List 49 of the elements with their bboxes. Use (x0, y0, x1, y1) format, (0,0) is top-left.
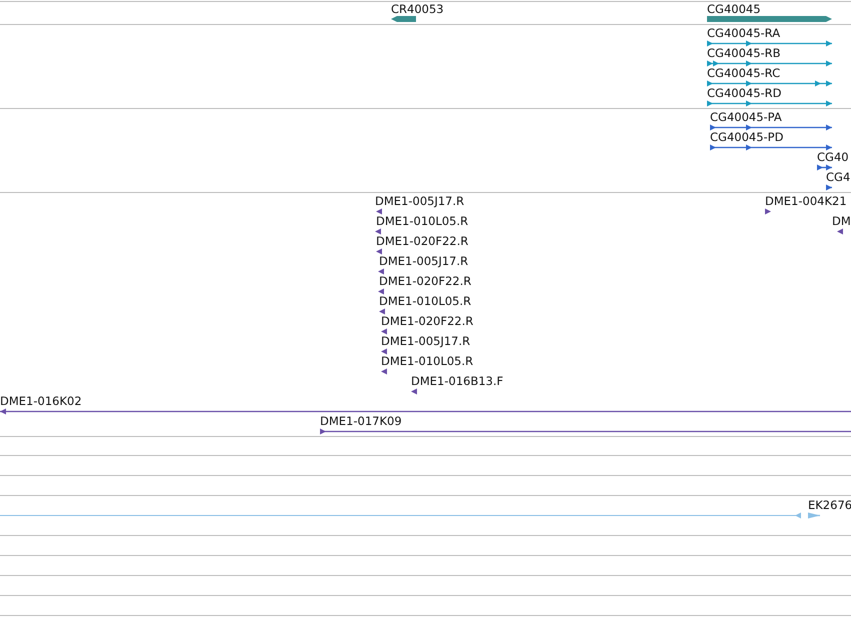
feature-glyph[interactable] (837, 228, 843, 234)
feature-label: CG40045-RA (707, 26, 780, 40)
feature-glyph[interactable] (707, 60, 832, 66)
feature-label: CG40045-PD (710, 130, 784, 144)
feature-glyph[interactable] (320, 428, 851, 434)
gene-bar[interactable] (391, 16, 416, 22)
feature-label: CG4 (826, 170, 850, 184)
feature-label: CG40045-RB (707, 46, 781, 60)
feature-glyph[interactable] (376, 248, 382, 254)
feature-glyph[interactable] (826, 184, 832, 190)
feature-label: DME1-020F22.R (376, 234, 468, 248)
feature-label: DME1-016K02 (0, 394, 82, 408)
feature-glyph[interactable] (817, 164, 832, 170)
feature-glyph[interactable] (707, 80, 832, 86)
feature-label: DME1-010L05.R (376, 214, 468, 228)
feature-label: CG40 (817, 150, 849, 164)
feature-glyph[interactable] (381, 368, 387, 374)
feature-label: DME1-004K21 (765, 194, 847, 208)
feature-label: EK2676 (808, 498, 851, 512)
feature-label: DME1-017K09 (320, 414, 402, 428)
feature-glyph[interactable] (381, 328, 387, 334)
feature-glyph[interactable] (378, 288, 384, 294)
feature-glyph[interactable] (378, 268, 384, 274)
feature-label: CG40045 (707, 2, 761, 16)
feature-glyph[interactable] (379, 308, 385, 314)
feature-glyph[interactable] (710, 124, 832, 130)
feature-glyph[interactable] (707, 100, 832, 106)
feature-label: CG40045-RC (707, 66, 780, 80)
feature-label: DME1-010L05.R (379, 294, 472, 308)
feature-glyph[interactable] (710, 144, 832, 150)
feature-label: DME1-016B13.F (411, 374, 504, 388)
feature-label: CG40045-RD (707, 86, 782, 100)
gene-bar[interactable] (707, 16, 832, 22)
feature-glyph[interactable] (765, 208, 771, 214)
feature-label: DME1-010L05.R (381, 354, 474, 368)
feature-glyph[interactable] (381, 348, 387, 354)
feature-label: CG40045-PA (710, 110, 782, 124)
feature-glyph[interactable] (411, 388, 417, 394)
feature-label: DM (832, 214, 851, 228)
feature-label: DME1-005J17.R (381, 334, 470, 348)
feature-glyph[interactable] (707, 40, 832, 46)
feature-label: DME1-020F22.R (379, 274, 472, 288)
feature-label: DME1-005J17.R (375, 194, 464, 208)
feature-glyph[interactable] (375, 228, 381, 234)
feature-label: DME1-005J17.R (379, 254, 468, 268)
feature-glyph[interactable] (376, 208, 382, 214)
feature-label: CR40053 (391, 2, 444, 16)
feature-label: DME1-020F22.R (381, 314, 474, 328)
feature-glyph[interactable] (0, 408, 851, 414)
